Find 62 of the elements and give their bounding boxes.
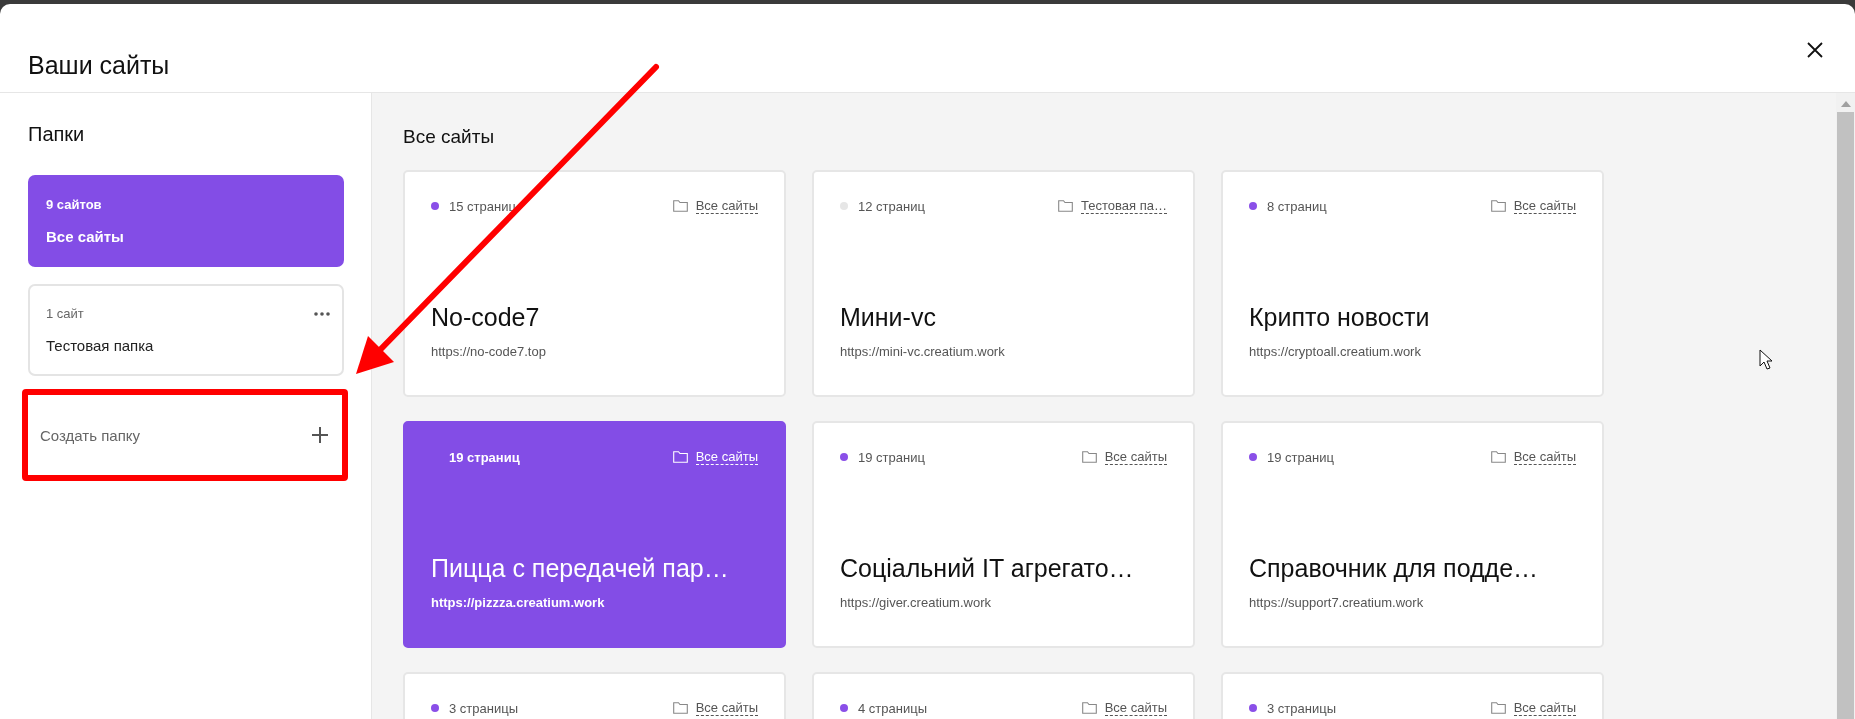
page-count: 3 страницы	[1267, 700, 1337, 716]
folder-icon	[1490, 200, 1506, 212]
site-url: https://mini-vc.creatium.work	[840, 344, 1006, 359]
site-url: https://pizzza.creatium.work	[431, 595, 606, 610]
site-name: Крипто новости	[1249, 303, 1431, 332]
folder-name: Тестовая папка	[46, 337, 154, 354]
site-name: Пицца с передачей пар…	[431, 554, 730, 583]
folder-link[interactable]: Все сайты	[695, 198, 758, 214]
folder-icon	[672, 451, 688, 463]
folder-link[interactable]: Все сайты	[695, 449, 758, 465]
folder-icon	[1490, 702, 1506, 714]
folder-link[interactable]: Все сайты	[1513, 700, 1576, 716]
folder-link[interactable]: Все сайты	[1104, 700, 1167, 716]
sidebar-heading: Папки	[28, 123, 86, 146]
window-title: Ваши сайты	[28, 51, 170, 80]
folder-icon	[672, 702, 688, 714]
page-count: 19 страниц	[858, 449, 926, 465]
scroll-up-icon[interactable]	[1840, 101, 1851, 107]
folder-link[interactable]: Все сайты	[1513, 449, 1576, 465]
site-card[interactable]: 15 страниц Все сайты No-code7 https://no-code7.top	[403, 170, 786, 397]
page-count: 15 страниц	[449, 198, 517, 214]
more-icon[interactable]	[314, 312, 330, 316]
page-count: 4 страницы	[858, 700, 928, 716]
site-url: https://support7.creatium.work	[1249, 595, 1425, 610]
plus-icon	[312, 427, 328, 443]
page-count: 19 страниц	[449, 449, 521, 465]
folder-card[interactable]: 9 сайтов Все сайты	[28, 175, 344, 267]
folder-icon	[1058, 200, 1074, 212]
site-name: Мини-vc	[840, 303, 937, 332]
site-card[interactable]: 8 страниц Все сайты Крипто новости https://cryptoall.creatium.work	[1221, 170, 1604, 397]
site-card[interactable]: 19 страниц Все сайты Соціальний IT агрегато… https://giver.creatium.work	[812, 421, 1195, 648]
folder-icon	[1490, 451, 1506, 463]
folder-link[interactable]: Все сайты	[1104, 449, 1167, 465]
site-card[interactable]: 19 страниц Все сайты Справочник для подде… https://support7.creatium.work	[1221, 421, 1604, 648]
site-card[interactable]: 12 страниц Тестовая па… Мини-vc https://mini-vc.creatium.work	[812, 170, 1195, 397]
site-card[interactable]: 3 страницы Все сайты	[403, 672, 786, 719]
site-card[interactable]: 3 страницы Все сайты	[1221, 672, 1604, 719]
site-url: https://no-code7.top	[431, 344, 547, 359]
page-count: 8 страниц	[1267, 198, 1328, 214]
close-icon	[1807, 42, 1823, 58]
folder-link[interactable]: Все сайты	[1513, 198, 1576, 214]
site-name: Соціальний IT агрегато…	[840, 554, 1135, 583]
folder-icon	[672, 200, 688, 212]
site-card[interactable]: 19 страниц Все сайты Пицца с передачей пар… https://pizzza.creatium.work	[403, 421, 786, 648]
folder-link[interactable]: Все сайты	[695, 700, 758, 716]
site-name: No-code7	[431, 303, 541, 332]
site-name: Справочник для подде…	[1249, 554, 1540, 583]
folder-link[interactable]: Тестовая па…	[1081, 198, 1167, 214]
page-count: 3 страницы	[449, 700, 519, 716]
cursor-icon	[1759, 349, 1773, 371]
folder-name: Все сайты	[46, 228, 124, 245]
folder-icon	[1081, 451, 1097, 463]
site-url: https://giver.creatium.work	[840, 595, 992, 610]
site-card[interactable]: 4 страницы Все сайты	[812, 672, 1195, 719]
site-url: https://cryptoall.creatium.work	[1249, 344, 1422, 359]
site-count: 9 сайтов	[46, 197, 102, 212]
folder-card[interactable]: 1 сайт Тестовая папка	[28, 284, 344, 376]
page-count: 12 страниц	[858, 198, 926, 214]
section-heading: Все сайты	[403, 126, 496, 148]
site-count: 1 сайт	[46, 306, 84, 321]
folder-icon	[1081, 702, 1097, 714]
page-count: 19 страниц	[1267, 449, 1335, 465]
